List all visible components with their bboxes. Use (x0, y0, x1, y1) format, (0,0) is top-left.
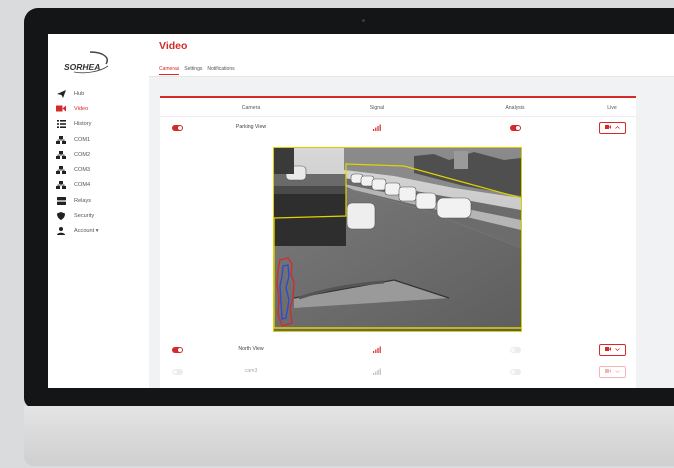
camera-enable-toggle[interactable] (172, 125, 183, 131)
chevron-down-icon (615, 347, 620, 353)
sidebar-item-hub[interactable]: Hub (56, 86, 99, 101)
sidebar-item-account[interactable]: Account ▾ (56, 224, 99, 239)
network-icon (56, 181, 66, 190)
video-camera-icon (56, 105, 66, 113)
cameras-table: Camera Signal Analysis Live Parking View (160, 96, 636, 388)
signal-strength-icon (373, 123, 381, 131)
sidebar-item-label: Hub (74, 90, 85, 97)
tab-bar: Cameras Settings Notifications (159, 66, 235, 75)
live-video-feed (273, 147, 522, 332)
sorhea-logo: SORHEA (60, 50, 120, 76)
video-camera-icon (605, 369, 611, 375)
monitor-chin (24, 406, 674, 466)
table-row: North View (160, 342, 636, 360)
main-content: Video Cameras Settings Notifications Cam… (149, 34, 674, 388)
sidebar-item-label: COM1 (74, 136, 91, 143)
camera-enable-toggle[interactable] (172, 347, 183, 353)
relay-icon (56, 196, 66, 205)
network-icon (56, 150, 66, 159)
list-icon (56, 120, 66, 129)
sidebar-item-com1[interactable]: COM1 (56, 132, 99, 147)
tab-cameras[interactable]: Cameras (159, 66, 180, 75)
app-screen: SORHEA Hub Video History COM1 COM2 COM3 … (48, 34, 674, 388)
sidebar-item-label: COM2 (74, 151, 91, 158)
sidebar-nav: Hub Video History COM1 COM2 COM3 COM4 Re… (56, 86, 99, 239)
table-row: Parking View (160, 120, 636, 138)
svg-text:SORHEA: SORHEA (64, 62, 100, 72)
sidebar-item-com3[interactable]: COM3 (56, 162, 99, 177)
sidebar: SORHEA Hub Video History COM1 COM2 COM3 … (48, 34, 149, 388)
sidebar-item-label: Video (74, 105, 89, 112)
sidebar-item-relays[interactable]: Relays (56, 193, 99, 208)
column-header-camera: Camera (241, 105, 261, 111)
video-camera-icon (605, 125, 611, 131)
sidebar-item-label: Security (74, 213, 95, 220)
sidebar-item-label: COM4 (74, 182, 91, 189)
video-camera-icon (605, 347, 611, 353)
analysis-toggle[interactable] (510, 125, 521, 131)
sidebar-item-video[interactable]: Video (56, 101, 99, 116)
analysis-toggle[interactable] (510, 369, 521, 375)
sidebar-item-label: History (74, 121, 92, 128)
signal-strength-icon (373, 345, 381, 353)
network-icon (56, 166, 66, 175)
sidebar-item-label: Relays (74, 197, 92, 204)
sidebar-item-label: COM3 (74, 167, 91, 174)
page-title: Video (159, 40, 188, 52)
table-header: Camera Signal Analysis Live (160, 102, 636, 117)
sidebar-item-security[interactable]: Security (56, 208, 99, 223)
shield-icon (56, 212, 66, 221)
tab-settings[interactable]: Settings (184, 66, 202, 75)
user-icon (56, 227, 66, 236)
sidebar-item-com4[interactable]: COM4 (56, 178, 99, 193)
sidebar-item-com2[interactable]: COM2 (56, 147, 99, 162)
sidebar-item-history[interactable]: History (56, 117, 99, 132)
column-header-signal: Signal (369, 105, 385, 111)
column-header-live: Live (607, 105, 617, 111)
network-icon (56, 135, 66, 144)
column-header-analysis: Analysis (505, 105, 525, 111)
webcam-dot (362, 19, 365, 22)
analysis-toggle[interactable] (510, 347, 521, 353)
camera-enable-toggle[interactable] (172, 369, 183, 375)
sidebar-item-label: Account ▾ (74, 228, 99, 235)
chevron-down-icon (615, 369, 620, 375)
live-view-button[interactable] (599, 344, 626, 356)
send-icon (56, 89, 66, 98)
live-view-button[interactable] (599, 366, 626, 378)
table-row: cam3 (160, 364, 636, 382)
signal-strength-icon (373, 367, 381, 375)
tab-notifications[interactable]: Notifications (207, 66, 234, 75)
page-header: Video Cameras Settings Notifications (149, 34, 674, 77)
chevron-up-icon (615, 125, 620, 131)
live-view-button[interactable] (599, 122, 626, 134)
